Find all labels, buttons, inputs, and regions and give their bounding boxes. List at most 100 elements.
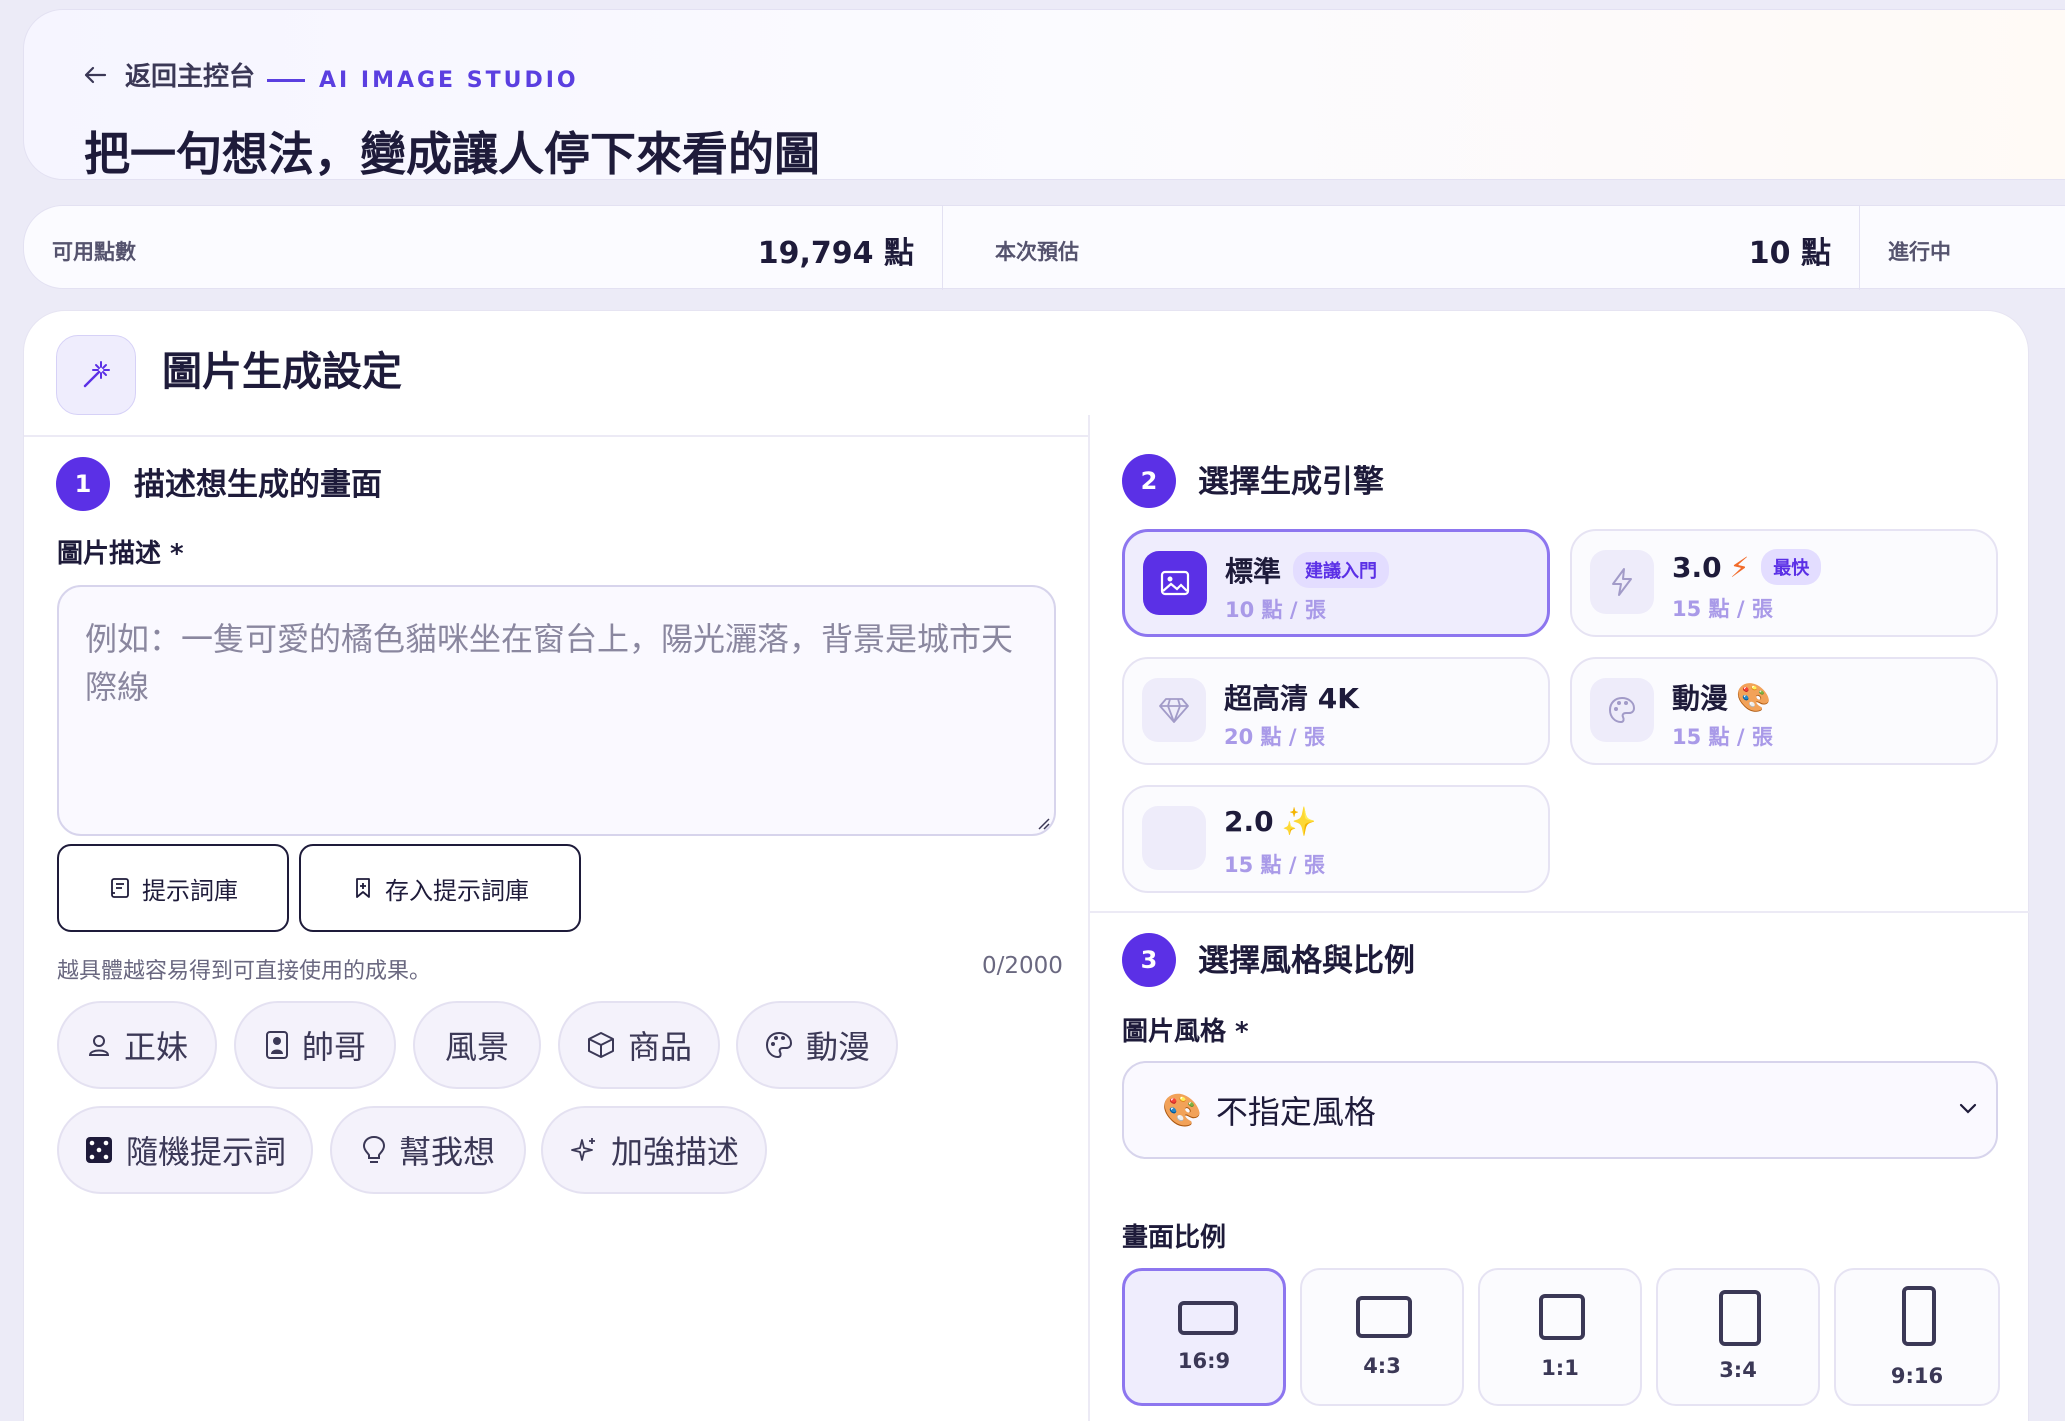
engine-name: 動漫 🎨 bbox=[1672, 677, 1771, 717]
ratio-1-1[interactable]: 1:1 bbox=[1478, 1268, 1642, 1406]
step-3-badge: 3 bbox=[1122, 933, 1176, 987]
bolt-icon bbox=[1590, 550, 1654, 614]
engine-price: 15 點 / 張 bbox=[1672, 597, 1773, 621]
available-points-value: 19,794 點 bbox=[757, 236, 914, 271]
engine-standard[interactable]: 標準 建議入門 10 點 / 張 bbox=[1122, 529, 1550, 637]
estimate-label: 本次預估 bbox=[995, 240, 1079, 264]
chip-beauty[interactable]: 正妹 bbox=[57, 1001, 217, 1089]
help-me-think-button[interactable]: 幫我想 bbox=[330, 1106, 526, 1194]
engine-name-text: 2.0 bbox=[1224, 805, 1274, 838]
palette-icon bbox=[1590, 678, 1654, 742]
engine-name: 標準 建議入門 bbox=[1225, 550, 1390, 590]
image-icon bbox=[1143, 551, 1207, 615]
ratio-3-4[interactable]: 3:4 bbox=[1656, 1268, 1820, 1406]
prompt-textarea[interactable]: 例如：一隻可愛的橘色貓咪坐在窗台上，陽光灑落，背景是城市天際線 bbox=[57, 585, 1056, 836]
engine-name: 3.0 ⚡ 最快 bbox=[1672, 549, 1822, 585]
column-divider bbox=[1088, 415, 1090, 1421]
sparkle-emoji-icon: ✨ bbox=[1281, 805, 1317, 838]
engine-name-text: 3.0 bbox=[1672, 550, 1722, 584]
available-points-label: 可用點數 bbox=[52, 240, 136, 264]
estimate-stat: 本次預估 10 點 bbox=[943, 206, 1859, 290]
blank-icon bbox=[1142, 806, 1206, 870]
back-link[interactable]: 返回主控台 AI IMAGE STUDIO bbox=[83, 56, 579, 93]
step-3-title: 選擇風格與比例 bbox=[1198, 943, 1415, 979]
engine-name-text: 動漫 bbox=[1672, 682, 1729, 715]
chip-scenery[interactable]: 風景 bbox=[413, 1001, 541, 1089]
arrow-left-icon bbox=[84, 66, 107, 83]
ratio-9-16[interactable]: 9:16 bbox=[1834, 1268, 2000, 1406]
engine-price: 20 點 / 張 bbox=[1224, 725, 1325, 749]
landscape-wide-icon bbox=[1178, 1301, 1238, 1335]
random-prompt-button[interactable]: 隨機提示詞 bbox=[57, 1106, 313, 1194]
ratio-label: 9:16 bbox=[1890, 1364, 1944, 1388]
engine-badge: 建議入門 bbox=[1293, 552, 1390, 588]
style-field-label: 圖片風格 * bbox=[1122, 1017, 1249, 1047]
chip-label: 商品 bbox=[627, 1028, 692, 1066]
portrait-icon bbox=[265, 1031, 288, 1059]
char-counter: 0/2000 bbox=[982, 953, 1063, 979]
page-title: 把一句想法，變成讓人停下來看的圖 bbox=[84, 127, 820, 181]
book-icon bbox=[111, 878, 129, 898]
chip-anime[interactable]: 動漫 bbox=[736, 1001, 898, 1089]
engine-name: 2.0 ✨ bbox=[1224, 805, 1316, 838]
status-label: 進行中 bbox=[1888, 240, 1951, 264]
sparkles-icon bbox=[571, 1138, 595, 1161]
chip-label: 動漫 bbox=[805, 1028, 870, 1066]
step-2-badge: 2 bbox=[1122, 454, 1176, 508]
diamond-icon bbox=[1142, 678, 1206, 742]
help-me-think-label: 幫我想 bbox=[398, 1133, 495, 1171]
landscape-icon bbox=[1356, 1296, 1412, 1338]
enhance-prompt-label: 加強描述 bbox=[610, 1133, 739, 1171]
engine-4k[interactable]: 超高清 4K 20 點 / 張 bbox=[1122, 657, 1550, 765]
ratio-16-9[interactable]: 16:9 bbox=[1122, 1268, 1286, 1406]
card-divider bbox=[24, 435, 1090, 437]
palette-emoji-icon: 🎨 bbox=[1736, 680, 1771, 714]
prompt-hint: 越具體越容易得到可直接使用的成果。 bbox=[57, 959, 432, 984]
estimate-value: 10 點 bbox=[1748, 236, 1831, 271]
engine-3-0[interactable]: 3.0 ⚡ 最快 15 點 / 張 bbox=[1570, 529, 1998, 637]
lightbulb-icon bbox=[362, 1135, 385, 1163]
bookmark-plus-icon bbox=[356, 878, 370, 898]
user-icon bbox=[88, 1035, 109, 1056]
engine-anime[interactable]: 動漫 🎨 15 點 / 張 bbox=[1570, 657, 1998, 765]
prompt-placeholder: 例如：一隻可愛的橘色貓咪坐在窗台上，陽光灑落，背景是城市天際線 bbox=[85, 620, 1014, 706]
dice-icon bbox=[85, 1137, 112, 1163]
prompt-library-button[interactable]: 提示詞庫 bbox=[57, 844, 289, 932]
lightning-emoji-icon: ⚡ bbox=[1729, 550, 1750, 584]
step-1-title: 描述想生成的畫面 bbox=[134, 467, 382, 503]
chip-label: 風景 bbox=[444, 1028, 509, 1066]
brand-label: AI IMAGE STUDIO bbox=[319, 68, 579, 93]
save-prompt-label: 存入提示詞庫 bbox=[385, 876, 529, 905]
box-icon bbox=[587, 1032, 614, 1058]
palette-icon bbox=[765, 1031, 792, 1059]
step-2-title: 選擇生成引擎 bbox=[1198, 464, 1384, 500]
chevron-down-icon bbox=[1959, 1103, 1977, 1114]
engine-price: 15 點 / 張 bbox=[1224, 853, 1325, 877]
portrait-icon bbox=[1719, 1290, 1761, 1346]
page-header: 返回主控台 AI IMAGE STUDIO 把一句想法，變成讓人停下來看的圖 bbox=[23, 9, 2065, 181]
chip-handsome[interactable]: 帥哥 bbox=[234, 1001, 396, 1089]
card-title: 圖片生成設定 bbox=[162, 349, 402, 395]
available-points-stat: 可用點數 19,794 點 bbox=[24, 206, 942, 290]
save-prompt-button[interactable]: 存入提示詞庫 bbox=[299, 844, 581, 932]
ratio-label: 3:4 bbox=[1719, 1358, 1757, 1382]
portrait-tall-icon bbox=[1902, 1286, 1936, 1346]
back-label: 返回主控台 bbox=[125, 62, 256, 92]
ratio-label: 1:1 bbox=[1541, 1356, 1579, 1380]
random-prompt-label: 隨機提示詞 bbox=[125, 1133, 286, 1171]
enhance-prompt-button[interactable]: 加強描述 bbox=[541, 1106, 767, 1194]
magic-wand-icon bbox=[56, 335, 136, 415]
ratio-4-3[interactable]: 4:3 bbox=[1300, 1268, 1464, 1406]
style-select-value: 不指定風格 bbox=[1215, 1093, 1376, 1131]
engine-2-0[interactable]: 2.0 ✨ 15 點 / 張 bbox=[1122, 785, 1550, 893]
ratio-label: 16:9 bbox=[1177, 1349, 1231, 1373]
engine-badge: 最快 bbox=[1761, 549, 1822, 585]
engine-name: 超高清 4K bbox=[1224, 677, 1359, 717]
chip-product[interactable]: 商品 bbox=[558, 1001, 720, 1089]
chip-label: 正妹 bbox=[123, 1028, 188, 1066]
settings-card: 圖片生成設定 1 描述想生成的畫面 圖片描述 * 例如：一隻可愛的橘色貓咪坐在窗… bbox=[23, 310, 2030, 1421]
style-select[interactable]: 🎨 不指定風格 bbox=[1122, 1061, 1998, 1159]
prompt-library-label: 提示詞庫 bbox=[142, 876, 238, 905]
resize-handle-icon[interactable] bbox=[1036, 816, 1050, 830]
step-1-badge: 1 bbox=[56, 457, 110, 511]
